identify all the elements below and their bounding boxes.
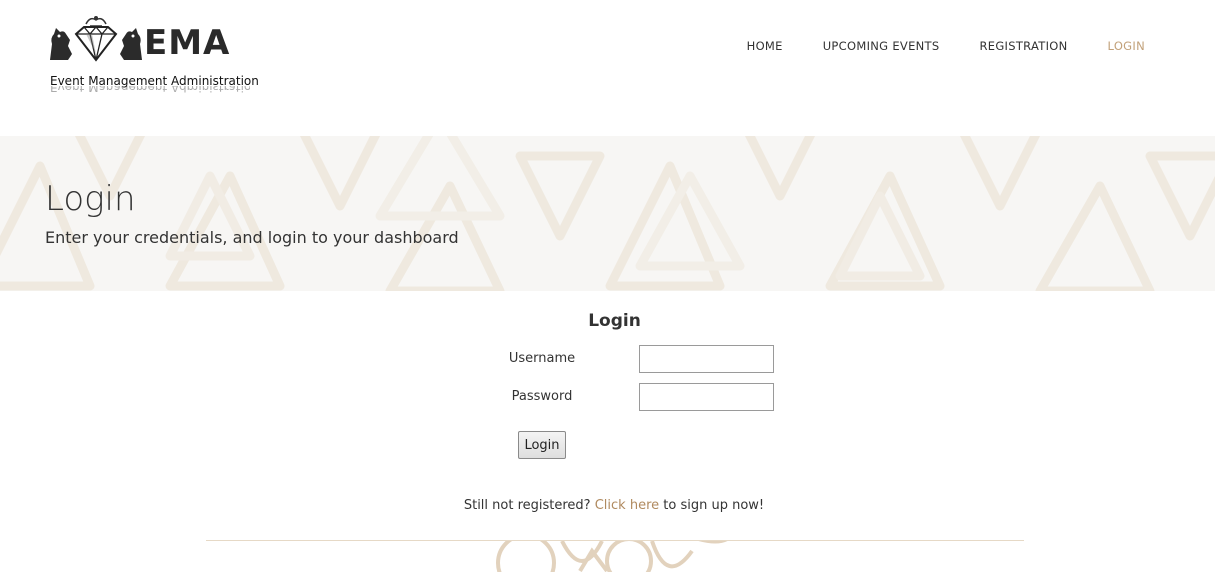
site-logo[interactable]: EMA Event Management Administration Even… bbox=[46, 14, 259, 96]
signup-prefix: Still not registered? bbox=[463, 498, 591, 513]
site-header: EMA Event Management Administration Even… bbox=[0, 0, 1215, 136]
page-subtitle: Enter your credentials, and login to you… bbox=[45, 228, 459, 247]
username-label: Username bbox=[508, 351, 576, 366]
page-title: Login bbox=[45, 179, 136, 219]
login-section: Login Username Password Login Still not … bbox=[0, 291, 1215, 572]
logo-tagline-reflection: Event Management Administration bbox=[50, 86, 250, 93]
rings-ornament-icon bbox=[496, 541, 728, 572]
page-banner: Login Enter your credentials, and login … bbox=[0, 136, 1215, 291]
main-nav: HOME UPCOMING EVENTS REGISTRATION LOGIN bbox=[727, 38, 1145, 54]
password-input[interactable] bbox=[639, 383, 774, 411]
nav-registration[interactable]: REGISTRATION bbox=[959, 38, 1087, 54]
signup-prompt: Still not registered? Click here to sign… bbox=[0, 498, 1215, 514]
signup-link[interactable]: Click here bbox=[595, 498, 659, 513]
signup-suffix: to sign up now! bbox=[663, 498, 765, 513]
login-form-title: Login bbox=[588, 311, 641, 331]
password-label: Password bbox=[511, 389, 573, 404]
logo-wordmark: EMA bbox=[144, 23, 231, 63]
login-submit-button[interactable]: Login bbox=[518, 431, 566, 459]
nav-home[interactable]: HOME bbox=[727, 38, 803, 54]
triangle-pattern-background bbox=[0, 136, 1215, 291]
diamond-lions-crest-icon bbox=[50, 16, 142, 62]
nav-upcoming-events[interactable]: UPCOMING EVENTS bbox=[803, 38, 960, 54]
nav-login[interactable]: LOGIN bbox=[1088, 38, 1145, 54]
logo-tagline-reflection-text: Event Management Administration bbox=[50, 86, 250, 93]
username-input[interactable] bbox=[639, 345, 774, 373]
